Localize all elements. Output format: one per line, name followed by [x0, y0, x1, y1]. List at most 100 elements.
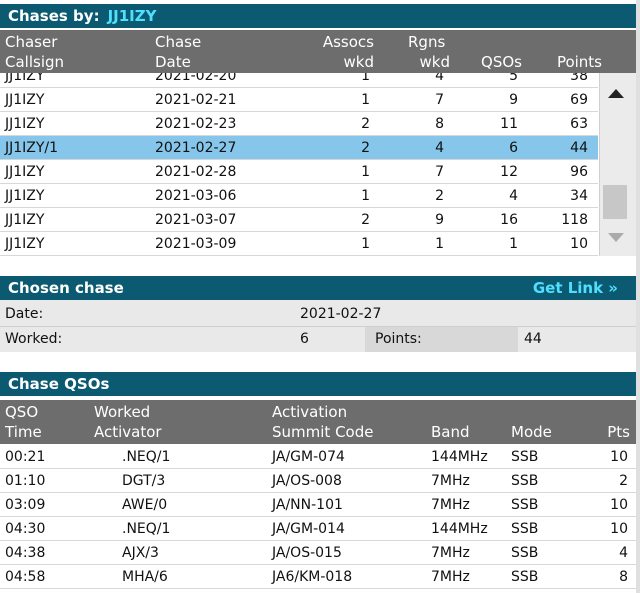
qso-summit-code: JA/GM-074 — [272, 449, 345, 465]
chase-assocs: 1 — [361, 188, 370, 204]
chase-qsos: 1 — [509, 236, 518, 252]
chase-assocs: 1 — [361, 164, 370, 180]
chase-date: 2021-02-23 — [155, 116, 237, 132]
qso-summit-code: JA6/KM-018 — [272, 569, 353, 585]
qso-summit-code: JA/NN-101 — [272, 497, 343, 513]
chases-title-label: Chases by: — [8, 7, 100, 25]
header-chaser[interactable]: Chaser Callsign — [5, 32, 64, 72]
chase-qsos: 5 — [509, 73, 518, 84]
table-row[interactable]: JJ1IZY 2021-02-28 1 7 12 96 — [0, 160, 598, 184]
chase-callsign: JJ1IZY — [5, 212, 45, 228]
chase-assocs: 2 — [361, 212, 370, 228]
chase-callsign: JJ1IZY/1 — [5, 140, 59, 156]
qso-activator: .NEQ/1 — [122, 521, 171, 537]
header-chase-date[interactable]: Chase Date — [155, 32, 201, 72]
qso-time: 03:09 — [5, 497, 46, 513]
chase-qsos: 11 — [500, 116, 518, 132]
chase-callsign: JJ1IZY — [5, 164, 45, 180]
chase-callsign: JJ1IZY — [5, 73, 45, 84]
get-link-button[interactable]: Get Link » — [533, 276, 618, 300]
chase-qsos: 12 — [500, 164, 518, 180]
chase-points: 34 — [570, 188, 588, 204]
qso-time: 04:30 — [5, 521, 46, 537]
table-row[interactable]: 04:58 MHA/6 JA6/KM-018 7MHz SSB 8 — [0, 565, 636, 589]
qso-time: 04:38 — [5, 545, 46, 561]
chase-assocs: 2 — [361, 116, 370, 132]
chase-qsos: 6 — [509, 140, 518, 156]
header-qso-time[interactable]: QSO Time — [5, 402, 42, 442]
header-qsos[interactable]: QSOs — [460, 52, 522, 72]
qso-summit-code: JA/OS-008 — [272, 473, 342, 489]
table-row[interactable]: 04:38 AJX/3 JA/OS-015 7MHz SSB 4 — [0, 541, 636, 565]
qso-band: 7MHz — [431, 569, 470, 585]
table-row[interactable]: 03:09 AWE/0 JA/NN-101 7MHz SSB 10 — [0, 493, 636, 517]
qso-time: 00:21 — [5, 449, 46, 465]
table-row[interactable]: 01:10 DGT/3 JA/OS-008 7MHz SSB 2 — [0, 469, 636, 493]
qso-mode: SSB — [511, 449, 539, 465]
qso-time: 01:10 — [5, 473, 46, 489]
scroll-thumb[interactable] — [603, 185, 627, 219]
header-mode[interactable]: Mode — [511, 422, 552, 442]
chase-rgns: 7 — [435, 164, 444, 180]
qso-pts: 2 — [619, 473, 628, 489]
qso-activator: MHA/6 — [122, 569, 168, 585]
qsos-table-header: QSO Time Worked Activator Activation Sum… — [0, 400, 636, 444]
header-assocs[interactable]: Assocs wkd — [300, 32, 374, 72]
chosen-worked-label: Worked: — [5, 331, 63, 347]
header-pts[interactable]: Pts — [580, 422, 630, 442]
chosen-panel-title: Chosen chase Get Link » — [0, 276, 636, 300]
chase-rgns: 9 — [435, 212, 444, 228]
qsos-title-label: Chase QSOs — [8, 375, 110, 393]
chase-points: 69 — [570, 92, 588, 108]
table-row[interactable]: JJ1IZY/1 2021-02-27 2 4 6 44 — [0, 136, 598, 160]
table-row[interactable]: JJ1IZY 2021-03-06 1 2 4 34 — [0, 184, 598, 208]
chase-rgns: 4 — [435, 140, 444, 156]
table-row[interactable]: JJ1IZY 2021-02-20 1 4 5 38 — [0, 73, 598, 88]
header-band[interactable]: Band — [431, 422, 470, 442]
chase-callsign: JJ1IZY — [5, 236, 45, 252]
qso-mode: SSB — [511, 569, 539, 585]
chosen-details: Date: 2021-02-27 Worked: 6 Points: 44 — [0, 300, 636, 352]
chases-scrollbar[interactable] — [599, 73, 636, 256]
chase-callsign: JJ1IZY — [5, 116, 45, 132]
chosen-worked-value: 6 — [300, 331, 309, 347]
qso-pts: 8 — [619, 569, 628, 585]
scroll-down-arrow-icon[interactable] — [608, 233, 624, 242]
header-rgns[interactable]: Rgns wkd — [380, 32, 450, 72]
chase-rgns: 4 — [435, 73, 444, 84]
chase-qsos: 4 — [509, 188, 518, 204]
header-summit-code[interactable]: Activation Summit Code — [272, 402, 373, 442]
qso-pts: 10 — [610, 521, 628, 537]
chases-table-header: Chaser Callsign Chase Date Assocs wkd Rg… — [0, 30, 636, 73]
chase-points: 10 — [570, 236, 588, 252]
chase-callsign: JJ1IZY — [5, 188, 45, 204]
qso-summit-code: JA/GM-014 — [272, 521, 345, 537]
table-row[interactable]: JJ1IZY 2021-03-07 2 9 16 118 — [0, 208, 598, 232]
qso-mode: SSB — [511, 545, 539, 561]
table-row[interactable]: JJ1IZY 2021-03-09 1 1 1 10 — [0, 232, 598, 256]
qso-pts: 10 — [610, 449, 628, 465]
qso-activator: AWE/0 — [122, 497, 168, 513]
chase-rgns: 8 — [435, 116, 444, 132]
chase-rgns: 2 — [435, 188, 444, 204]
qso-activator: AJX/3 — [122, 545, 159, 561]
chase-assocs: 1 — [361, 236, 370, 252]
chosen-date-label: Date: — [5, 306, 44, 322]
table-row[interactable]: JJ1IZY 2021-02-21 1 7 9 69 — [0, 88, 598, 112]
table-row[interactable]: 00:21 .NEQ/1 JA/GM-074 144MHz SSB 10 — [0, 445, 636, 469]
qso-mode: SSB — [511, 521, 539, 537]
chase-points: 118 — [561, 212, 588, 228]
qso-pts: 4 — [619, 545, 628, 561]
chase-rgns: 1 — [435, 236, 444, 252]
table-row[interactable]: JJ1IZY 2021-02-23 2 8 11 63 — [0, 112, 598, 136]
chases-panel-title: Chases by: JJ1IZY — [0, 4, 636, 28]
table-row[interactable]: 04:30 .NEQ/1 JA/GM-014 144MHz SSB 10 — [0, 517, 636, 541]
chase-date: 2021-02-27 — [155, 140, 237, 156]
chase-assocs: 1 — [361, 92, 370, 108]
qso-mode: SSB — [511, 497, 539, 513]
scroll-up-arrow-icon[interactable] — [608, 89, 624, 98]
chase-points: 44 — [570, 140, 588, 156]
chase-rgns: 7 — [435, 92, 444, 108]
header-points[interactable]: Points — [530, 52, 602, 72]
header-worked-activator[interactable]: Worked Activator — [94, 402, 162, 442]
